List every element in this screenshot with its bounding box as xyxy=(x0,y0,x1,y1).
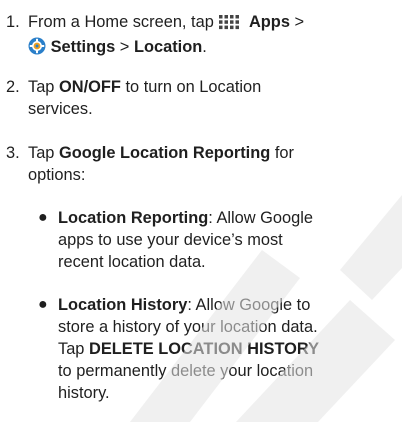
step-text: Tap xyxy=(28,78,55,96)
gear-icon xyxy=(28,37,46,61)
bullet-text: store a history of your location data. xyxy=(58,318,318,336)
bullet-text: recent location data. xyxy=(58,253,206,271)
delete-location-history-label: DELETE LOCATION HISTORY xyxy=(89,340,320,358)
bullet-title: Location History xyxy=(58,296,188,314)
bullet-dot-icon: ● xyxy=(38,296,48,313)
step-1: 1. From a Home screen, tap Apps > Settin… xyxy=(0,11,398,56)
bullet-text: history. xyxy=(58,384,110,402)
step-3: 3. Tap Google Location Reporting for opt… xyxy=(0,142,398,186)
google-location-reporting-label: Google Location Reporting xyxy=(59,144,271,162)
apps-grid-icon xyxy=(218,14,244,36)
location-label: Location xyxy=(133,38,203,56)
step-text: for xyxy=(274,144,294,162)
bullet-location-history: ● Location History: Allow Google to stor… xyxy=(28,294,400,404)
step-text: Tap xyxy=(28,144,55,162)
on-off-label: ON/OFF xyxy=(59,78,121,96)
separator: > xyxy=(294,13,305,31)
step-text: options: xyxy=(28,166,86,184)
settings-label: Settings xyxy=(50,38,116,56)
step-2: 2. Tap ON/OFF to turn on Location servic… xyxy=(0,76,398,120)
step-number: 2. xyxy=(6,78,20,96)
step-text: From a Home screen, tap xyxy=(28,13,214,31)
bullet-text: apps to use your device’s most xyxy=(58,231,283,249)
document-page: 1. From a Home screen, tap Apps > Settin… xyxy=(0,0,402,422)
separator: > xyxy=(119,38,130,56)
bullet-text: Tap xyxy=(58,340,85,358)
apps-label: Apps xyxy=(248,13,290,31)
bullet-text: : Allow Google to xyxy=(187,296,311,314)
bullet-title: Location Reporting xyxy=(58,209,209,227)
bullet-text: to permanently delete your location xyxy=(58,362,314,380)
step-text: services. xyxy=(28,100,93,118)
bullet-text: : Allow Google xyxy=(208,209,314,227)
bullet-location-reporting: ● Location Reporting: Allow Google apps … xyxy=(28,207,400,273)
step-text: to turn on Location xyxy=(125,78,262,96)
period: . xyxy=(202,38,207,56)
step-number: 1. xyxy=(6,13,20,31)
bullet-dot-icon: ● xyxy=(38,209,48,226)
step-number: 3. xyxy=(6,144,20,162)
